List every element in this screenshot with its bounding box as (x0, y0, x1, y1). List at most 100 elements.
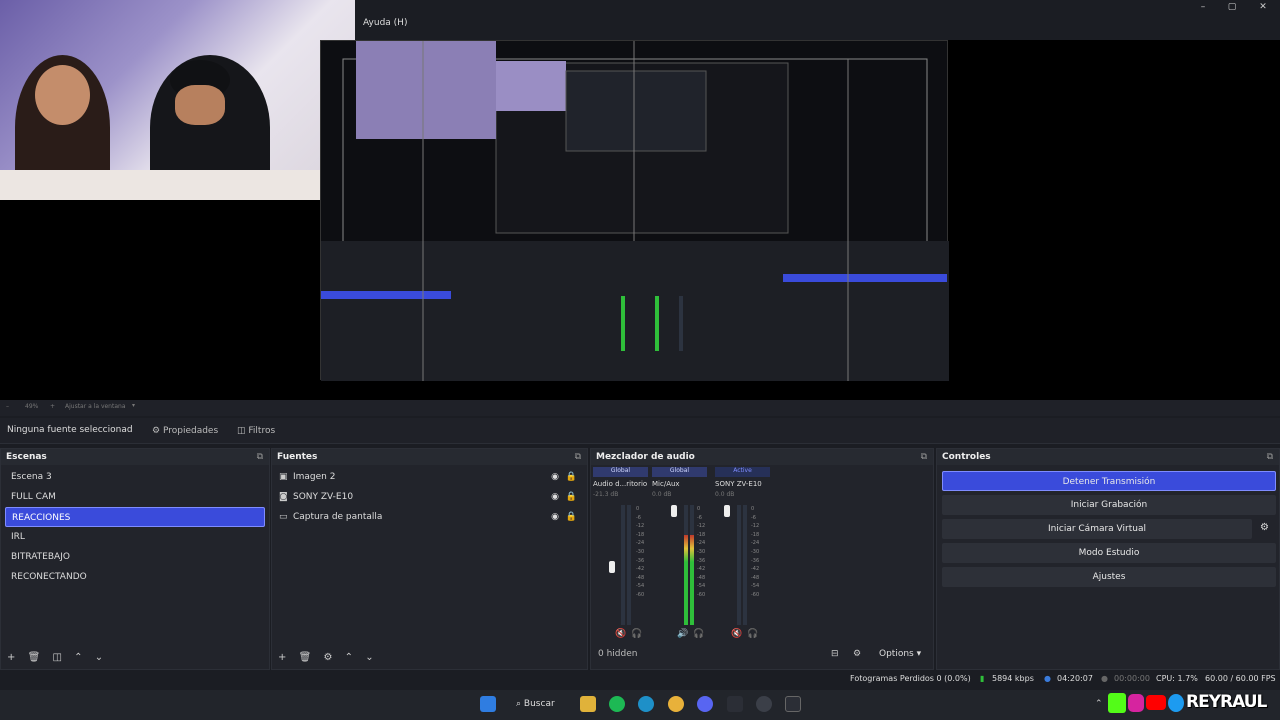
scene-item[interactable]: IRL (5, 527, 265, 547)
obs-icon[interactable] (756, 696, 772, 712)
settings-button[interactable]: Ajustes (942, 567, 1276, 587)
meter-ticks: 0 -6 -12 -18 -24 -30 -36 -42 -48 -54 -60 (751, 505, 759, 600)
camera-icon: ◙ (279, 492, 288, 502)
scene-item-selected[interactable]: REACCIONES (5, 507, 265, 527)
fps: 60.00 / 60.00 FPS (1205, 674, 1276, 683)
source-list: ▣ Imagen 2 ◉ 🔒 ◙ SONY ZV-E10 ◉ 🔒 ▭ Captura de… (272, 465, 587, 527)
filter-icon[interactable]: ◫ (52, 652, 61, 663)
app-icon[interactable] (727, 696, 743, 712)
meter-tick: -60 (751, 591, 760, 598)
filters-label: Filtros (248, 426, 276, 436)
chevron-up-icon[interactable]: ⌃ (1095, 699, 1103, 709)
undock-icon[interactable]: ⧉ (575, 449, 581, 465)
chrome-icon[interactable] (668, 696, 684, 712)
mute-icon[interactable]: 🔇 (615, 629, 626, 639)
virtual-cam-button[interactable]: Iniciar Cámara Virtual (942, 519, 1252, 539)
source-label: SONY ZV-E10 (293, 492, 354, 502)
filters-button[interactable]: ◫ Filtros (233, 422, 279, 440)
layout-icon[interactable]: ⊟ (831, 649, 839, 659)
terminal-icon[interactable] (785, 696, 801, 712)
stop-stream-button[interactable]: Detener Transmisión (942, 471, 1276, 491)
menu-help[interactable]: Ayuda (H) (363, 18, 407, 28)
close-button[interactable]: ✕ (1256, 2, 1270, 14)
meter-tick: -36 (751, 557, 760, 564)
chevron-down-icon[interactable]: ▾ (132, 402, 135, 409)
eye-icon[interactable]: ◉ (551, 487, 559, 507)
headphones-icon[interactable]: 🎧 (747, 629, 758, 639)
meter-tick: 0 (636, 506, 640, 512)
channel-name[interactable]: SONY ZV-E10 (715, 477, 770, 491)
preview-zoom-bar: – 49% + Ajustar a la ventana ▾ (0, 400, 1280, 416)
folder-icon[interactable] (580, 696, 596, 712)
lock-icon[interactable]: 🔒 (566, 507, 577, 527)
move-up-icon[interactable]: ⌃ (345, 652, 353, 663)
controls-dock: Controles ⧉ Detener Transmisión Iniciar … (936, 448, 1280, 670)
meter-tick: 0 (697, 506, 701, 512)
discord-icon[interactable] (697, 696, 713, 712)
mute-icon[interactable]: 🔇 (731, 629, 742, 639)
channel-db: -21.3 dB (593, 491, 619, 498)
spotify-icon[interactable] (609, 696, 625, 712)
zoom-minus-icon[interactable]: – (6, 403, 9, 410)
add-icon[interactable]: + (7, 652, 15, 663)
speaker-icon[interactable]: 🔊 (677, 629, 688, 639)
source-item[interactable]: ▭ Captura de pantalla ◉ 🔒 (272, 507, 587, 527)
channel-name[interactable]: Mic/Aux (652, 477, 707, 491)
windows-start-icon[interactable] (480, 696, 496, 712)
volume-slider[interactable] (724, 505, 730, 517)
kick-icon (1108, 693, 1126, 713)
undock-icon[interactable]: ⧉ (921, 449, 927, 465)
search-button[interactable]: ⌕ Buscar (516, 699, 555, 709)
status-bar: Fotogramas Perdidos 0 (0.0%) ▮ 5894 kbps… (0, 670, 1280, 688)
gear-icon[interactable]: ⚙ (1260, 522, 1269, 533)
meter-tick: -30 (697, 548, 706, 555)
hidden-count[interactable]: 0 hidden (598, 649, 637, 659)
options-label: Options (879, 649, 914, 659)
minimize-button[interactable]: – (1196, 2, 1210, 14)
display-icon: ▭ (279, 512, 288, 522)
preview-canvas[interactable]: Ayuda (H) – ▢ ✕ (0, 0, 1280, 400)
source-item[interactable]: ◙ SONY ZV-E10 ◉ 🔒 (272, 487, 587, 507)
lock-icon[interactable]: 🔒 (566, 467, 577, 487)
scene-item[interactable]: FULL CAM (5, 487, 265, 507)
eye-icon[interactable]: ◉ (551, 467, 559, 487)
volume-slider[interactable] (609, 561, 615, 573)
zoom-plus-icon[interactable]: + (50, 403, 55, 410)
trash-icon[interactable]: 🗑 (28, 652, 41, 663)
channel-name[interactable]: Audio d...ritorio (593, 477, 648, 491)
audio-title-text: Mezclador de audio (596, 452, 695, 462)
image-icon: ▣ (279, 472, 288, 482)
controls-title-text: Controles (942, 452, 991, 462)
scene-item[interactable]: BITRATEBAJO (5, 547, 265, 567)
move-down-icon[interactable]: ⌄ (95, 652, 103, 663)
gear-icon[interactable]: ⚙ (853, 649, 861, 659)
gear-icon[interactable]: ⚙ (323, 652, 332, 663)
fit-window-button[interactable]: Ajustar a la ventana (65, 403, 126, 410)
headphones-icon[interactable]: 🎧 (631, 629, 642, 639)
headphones-icon[interactable]: 🎧 (693, 629, 704, 639)
source-label: Imagen 2 (293, 472, 336, 482)
studio-mode-button[interactable]: Modo Estudio (942, 543, 1276, 563)
properties-button[interactable]: ⚙ Propiedades (148, 422, 222, 440)
edge-icon[interactable] (638, 696, 654, 712)
volume-slider[interactable] (671, 505, 677, 517)
scenes-dock: Escenas ⧉ Escena 3 FULL CAM REACCIONES I… (0, 448, 270, 670)
source-item[interactable]: ▣ Imagen 2 ◉ 🔒 (272, 467, 587, 487)
scene-item[interactable]: Escena 3 (5, 467, 265, 487)
start-record-button[interactable]: Iniciar Grabación (942, 495, 1276, 515)
move-up-icon[interactable]: ⌃ (74, 652, 82, 663)
undock-icon[interactable]: ⧉ (257, 449, 263, 465)
trash-icon[interactable]: 🗑 (299, 652, 312, 663)
lock-icon[interactable]: 🔒 (566, 487, 577, 507)
scene-item[interactable]: RECONECTANDO (5, 567, 265, 587)
undock-icon[interactable]: ⧉ (1267, 449, 1273, 465)
add-icon[interactable]: + (278, 652, 286, 663)
meter-tick: -42 (751, 566, 760, 573)
maximize-button[interactable]: ▢ (1225, 2, 1239, 14)
move-down-icon[interactable]: ⌄ (365, 652, 373, 663)
meter-tick: -30 (636, 548, 645, 555)
meter-tick: -24 (751, 540, 760, 547)
sources-title-text: Fuentes (277, 452, 318, 462)
options-button[interactable]: Options ▾ (879, 649, 921, 659)
eye-icon[interactable]: ◉ (551, 507, 559, 527)
